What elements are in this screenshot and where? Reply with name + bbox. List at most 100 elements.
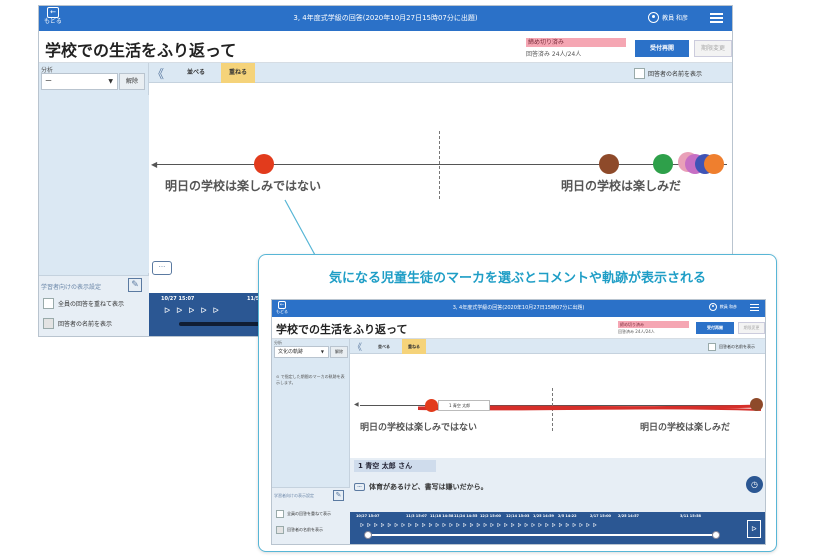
arrange-button[interactable]: 並べる [372, 339, 396, 354]
overlay-all-option[interactable]: 全員の回答を重ねて表示 [276, 510, 331, 518]
timeline-date: 10/27 15:07 [356, 514, 380, 518]
overlay-all-label: 全員の回答を重ねて表示 [58, 301, 125, 308]
show-names-toggle[interactable]: 回答者の名前を表示 [633, 68, 702, 79]
question-header: 学校での生活をふり返って 締め切り済み 回答済み 24人/24人 受付再開 期限… [39, 31, 732, 63]
settings-edit-icon[interactable]: ✎ [128, 278, 142, 292]
collapse-sidebar-icon[interactable]: 《 [353, 340, 362, 353]
show-names-checkbox[interactable] [43, 318, 54, 329]
question-title: 学校での生活をふり返って [276, 323, 408, 336]
callout-text: 気になる児童生徒のマーカを選ぶとコメントや軌跡が表示される [328, 271, 706, 286]
clock-icon[interactable]: ◷ [746, 476, 763, 493]
show-names-option[interactable]: 回答者の名前を表示 [43, 318, 112, 329]
learner-settings-label: 学習者向けの表示設定 [41, 284, 102, 291]
hamburger-menu-icon[interactable] [750, 304, 759, 312]
overlay-all-checkbox[interactable] [43, 298, 54, 309]
clear-button[interactable]: 解除 [330, 346, 348, 358]
show-names-label: 回答者の名前を表示 [647, 71, 702, 78]
user-name: 教員 和彦 [719, 304, 737, 309]
answer-marker[interactable] [599, 154, 619, 174]
analysis-value: 文化の軌跡 [278, 349, 304, 355]
collapse-sidebar-icon[interactable]: 《 [152, 65, 164, 82]
clear-button[interactable]: 解除 [119, 73, 145, 90]
axis-left-label: 明日の学校は楽しみではない [360, 423, 478, 433]
user-menu[interactable]: 教員 和彦 [708, 303, 737, 311]
show-names-option[interactable]: 回答者の名前を表示 [276, 526, 323, 534]
change-deadline-button[interactable]: 期限変更 [694, 40, 732, 57]
deadline-badge: 締め切り済み [526, 38, 626, 47]
play-flag-icon[interactable]: ᐅ [747, 520, 761, 538]
student-comment: ··· 体育があるけど、書写は嫌いだから。 [354, 482, 488, 492]
axis-arrow-icon: ◀ [354, 401, 359, 408]
student-panel: 1 青空 太郎 さん ··· 体育があるけど、書写は嫌いだから。 ◷ [350, 458, 765, 512]
comment-icon[interactable]: ··· [152, 261, 172, 275]
inner-screen: ← もどる 3, 4年度式学級の回答(2020年10月27日15時07分に出題)… [271, 299, 766, 545]
show-names-checkbox[interactable] [276, 526, 284, 534]
overlay-button[interactable]: 重ねる [221, 63, 255, 83]
student-name: 1 青空 太郎 さん [354, 460, 436, 472]
timeline-date: 1/25 14:59 [533, 514, 554, 518]
overlay-all-checkbox[interactable] [276, 510, 284, 518]
timeline-date: 11/3 15:07 [406, 514, 427, 518]
learner-display-settings: 学習者向けの表示設定 ✎ 全員の回答を重ねて表示 回答者の名前を表示 [272, 487, 350, 544]
timeline-end-handle[interactable] [712, 531, 720, 539]
analysis-select[interactable]: 文化の軌跡 ▼ [274, 346, 329, 358]
top-bar: ← もどる 3, 4年度式学級の回答(2020年10月27日15時07分に出題)… [39, 6, 732, 31]
app-title: 3, 4年度式学級の回答(2020年10月27日15時07分に出題) [293, 14, 478, 22]
timeline-date: 12/14 15:03 [506, 514, 530, 518]
answer-marker[interactable] [750, 398, 763, 411]
hamburger-menu-icon[interactable] [710, 13, 723, 24]
reopen-button[interactable]: 受付再開 [635, 40, 689, 57]
timeline-date: 2/17 15:00 [590, 514, 611, 518]
user-icon [648, 12, 660, 23]
selected-marker[interactable] [425, 399, 438, 412]
overlay-all-option[interactable]: 全員の回答を重ねて表示 [43, 298, 124, 309]
trajectory-note: ⊙ で指定した期間のマーカの軌跡を表示します。 [276, 374, 345, 385]
analysis-select[interactable]: ー ▼ [41, 73, 118, 90]
timeline-flags[interactable]: ᐅᐅᐅᐅᐅᐅᐅᐅᐅᐅᐅᐅᐅᐅᐅᐅᐅᐅᐅᐅᐅᐅᐅᐅᐅᐅᐅᐅᐅᐅᐅᐅᐅᐅᐅ [360, 523, 600, 529]
timeline-date: 2/5 14:22 [558, 514, 577, 518]
question-header: 学校での生活をふり返って 締め切り済み 回答済み 24人/24人 受付再開 期限… [272, 317, 765, 339]
show-names-toggle[interactable]: 回答者の名前を表示 [708, 343, 755, 351]
sidebar-list [39, 95, 149, 273]
comment-icon: ··· [354, 483, 365, 491]
comment-text: 体育があるけど、書写は嫌いだから。 [369, 483, 488, 491]
timeline-slider[interactable] [368, 534, 718, 536]
change-deadline-button[interactable]: 期限変更 [738, 322, 765, 334]
user-icon [708, 303, 717, 311]
timeline-date: 3/11 15:58 [680, 514, 701, 518]
answer-marker[interactable] [254, 154, 274, 174]
answer-canvas: ◀ 1 青空 太郎 明日の学校は楽しみではない 明日の学校は楽しみだ [350, 354, 765, 458]
overlay-all-label: 全員の回答を重ねて表示 [287, 511, 331, 516]
show-names-checkbox[interactable] [633, 68, 645, 79]
arrange-button[interactable]: 並べる [179, 63, 213, 83]
show-names-checkbox[interactable] [708, 343, 716, 351]
scale-axis [157, 164, 727, 165]
submitted-count: 回答済み 24人/24人 [618, 329, 655, 334]
answer-marker[interactable] [704, 154, 724, 174]
learner-settings-label: 学習者向けの表示設定 [274, 493, 314, 498]
timeline-start-handle[interactable] [364, 531, 372, 539]
settings-edit-icon[interactable]: ✎ [333, 490, 344, 501]
reopen-button[interactable]: 受付再開 [696, 322, 734, 334]
show-names-label: 回答者の名前を表示 [719, 344, 755, 349]
timeline-flags[interactable]: ᐅᐅᐅᐅᐅ [164, 306, 225, 315]
answer-marker[interactable] [653, 154, 673, 174]
sidebar: 分析 文化の軌跡 ▼ 解除 ⊙ で指定した期間のマーカの軌跡を表示します。 学習… [272, 339, 350, 544]
deadline-badge: 締め切り済み [618, 321, 689, 328]
learner-display-settings: 学習者向けの表示設定 ✎ 全員の回答を重ねて表示 回答者の名前を表示 [39, 275, 149, 336]
timeline-date: 2/25 14:57 [618, 514, 639, 518]
overlay-button[interactable]: 重ねる [402, 339, 426, 354]
user-menu[interactable]: 教員 和彦 [648, 12, 688, 23]
view-toolbar: 《 並べる 重ねる 回答者の名前を表示 [149, 63, 732, 83]
top-bar: ← もどる 3, 4年度式学級の回答(2020年10月27日15時07分に出題)… [272, 300, 765, 317]
show-names-label: 回答者の名前を表示 [58, 321, 113, 328]
show-names-label: 回答者の名前を表示 [287, 527, 323, 532]
analysis-value: ー [45, 77, 52, 85]
axis-right-label: 明日の学校は楽しみだ [561, 179, 682, 193]
sidebar: 分析 ー ▼ 解除 学習者向けの表示設定 ✎ 全員の回答を重ねて表示 回答者の名… [39, 63, 149, 336]
axis-left-label: 明日の学校は楽しみではない [165, 179, 322, 193]
timeline-date: 11/18 14:58 [430, 514, 454, 518]
timeline-date: 12/2 15:00 [480, 514, 501, 518]
answer-canvas: ◀ 明日の学校は楽しみではない 明日の学校は楽しみだ [149, 84, 732, 243]
callout-pointer [284, 199, 341, 256]
